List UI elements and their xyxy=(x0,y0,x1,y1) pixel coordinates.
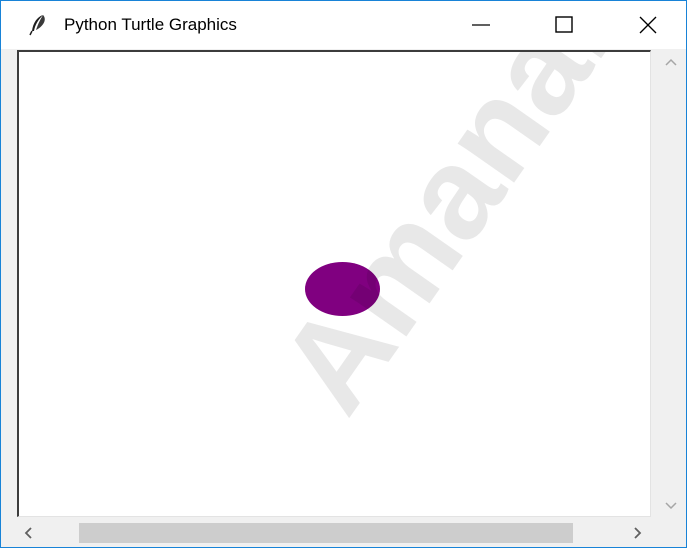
purple-dot xyxy=(305,262,380,316)
chevron-down-icon xyxy=(664,502,677,510)
horizontal-scrollbar[interactable] xyxy=(1,519,686,547)
scroll-up-button[interactable] xyxy=(655,51,686,73)
title-bar[interactable]: Python Turtle Graphics xyxy=(1,1,686,49)
turtle-canvas[interactable]: Amanah xyxy=(17,50,651,517)
maximize-icon xyxy=(555,16,573,33)
feather-icon[interactable] xyxy=(27,13,49,37)
maximize-button[interactable] xyxy=(536,1,592,49)
vertical-scrollbar[interactable] xyxy=(655,49,686,519)
minimize-icon xyxy=(472,24,490,26)
minimize-button[interactable] xyxy=(453,1,509,49)
close-icon xyxy=(639,16,657,34)
chevron-right-icon xyxy=(634,527,642,539)
window-title: Python Turtle Graphics xyxy=(64,15,237,34)
chevron-left-icon xyxy=(24,527,32,539)
scroll-left-button[interactable] xyxy=(13,519,43,547)
chevron-up-icon xyxy=(664,58,677,66)
scroll-right-button[interactable] xyxy=(623,519,653,547)
turtle-window: Python Turtle Graphics Amanah xyxy=(0,0,687,548)
horizontal-scroll-thumb[interactable] xyxy=(79,523,573,543)
scroll-down-button[interactable] xyxy=(655,495,686,517)
close-button[interactable] xyxy=(620,1,676,49)
watermark: Amanah xyxy=(250,50,651,437)
